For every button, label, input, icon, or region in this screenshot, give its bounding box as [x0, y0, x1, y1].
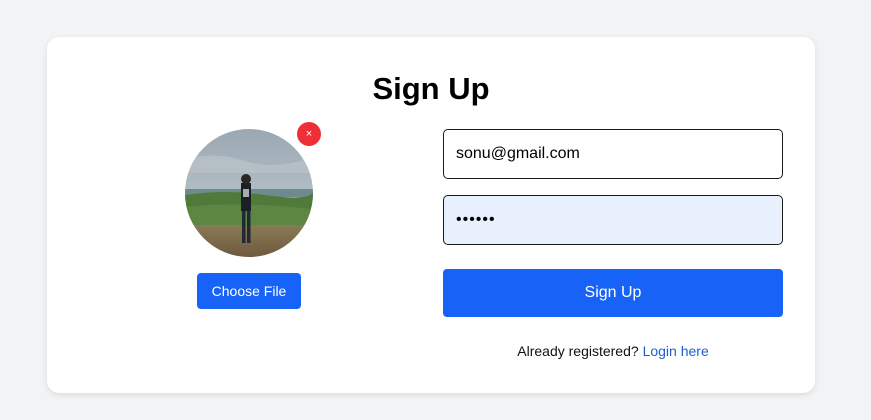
- password-field[interactable]: [443, 195, 783, 245]
- page-title: Sign Up: [372, 71, 490, 106]
- remove-avatar-button[interactable]: ×: [297, 122, 321, 146]
- choose-file-button[interactable]: Choose File: [197, 273, 301, 309]
- login-prompt-text: Already registered?: [517, 343, 639, 359]
- close-icon: ×: [305, 128, 313, 140]
- avatar: [185, 129, 313, 257]
- sign-up-button[interactable]: Sign Up: [443, 269, 783, 317]
- login-link[interactable]: Login here: [643, 343, 709, 359]
- login-prompt: Already registered? Login here: [443, 343, 783, 359]
- signup-card: Sign Up × Choose File sonu@gmail.com •••…: [47, 37, 815, 393]
- email-field[interactable]: [443, 129, 783, 179]
- avatar-image: [185, 129, 313, 257]
